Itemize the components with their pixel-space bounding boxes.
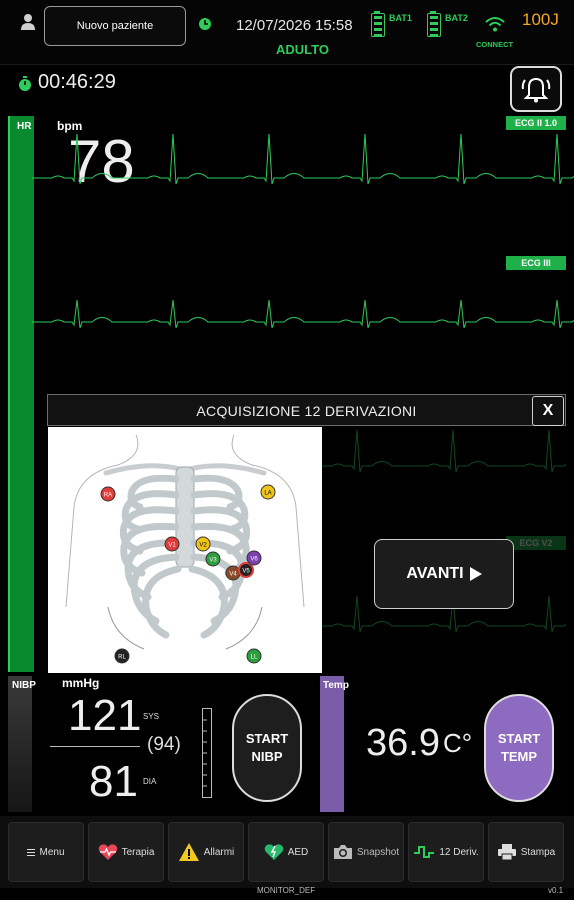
ecg-lead-ii-tag[interactable]: ECG II 1.0 [506, 116, 566, 130]
electrode-v1: V1 [164, 536, 180, 557]
printer-icon [497, 844, 516, 861]
temp-unit: C° [443, 728, 473, 758]
print-label: Stampa [520, 846, 556, 858]
new-patient-button[interactable]: Nuovo paziente [44, 6, 186, 46]
aed-label: AED [287, 846, 309, 858]
start-temp-button[interactable]: START TEMP [484, 694, 554, 802]
next-button-label: AVANTI [406, 565, 464, 582]
nibp-unit: mmHg [62, 676, 100, 690]
battery2-label: BAT2 [445, 13, 468, 23]
nibp-side-bar [8, 676, 32, 812]
nibp-diastolic-label: DIA [143, 777, 157, 786]
electrode-ll: LL [246, 648, 262, 669]
alarms-button[interactable]: Allarmi [168, 822, 244, 882]
ecg-lead-ii-wave [32, 133, 574, 185]
twelve-lead-button[interactable]: 12 Deriv. [408, 822, 484, 882]
svg-text:V6: V6 [250, 557, 258, 563]
hr-label: HR [17, 121, 32, 132]
menu-label: Menu [39, 846, 65, 858]
ecg-trace-icon [414, 846, 435, 858]
svg-text:V4: V4 [229, 572, 237, 578]
svg-text:V3: V3 [209, 558, 217, 564]
device-name: MONITOR_DEF [257, 886, 316, 895]
snapshot-button[interactable]: Snapshot [328, 822, 404, 882]
start-nibp-button[interactable]: START NIBP [232, 694, 302, 802]
menu-button[interactable]: Menu [8, 822, 84, 882]
therapy-label: Terapia [121, 846, 155, 858]
user-icon [21, 14, 35, 30]
therapy-button[interactable]: Terapia [88, 822, 164, 882]
patient-mode: ADULTO [276, 42, 329, 57]
battery2-icon [427, 11, 441, 38]
ecg-waveform-area [32, 133, 574, 329]
svg-text:RL: RL [118, 655, 126, 661]
camera-icon [333, 845, 352, 859]
electrode-la: LA [260, 484, 276, 505]
twelve-lead-label: 12 Deriv. [439, 846, 479, 858]
nibp-systolic: 121 [68, 691, 142, 740]
warning-icon [178, 843, 199, 861]
hr-side-bar [8, 116, 34, 672]
clock-icon [199, 18, 211, 30]
electrode-rl: RL [114, 648, 130, 669]
svg-text:LL: LL [251, 655, 258, 661]
svg-text:V2: V2 [199, 543, 207, 549]
stopwatch-icon [19, 76, 31, 91]
nibp-mean: (94) [147, 734, 181, 755]
wifi-icon [485, 17, 505, 32]
electrode-v6: V6 [246, 550, 262, 571]
snapshot-label: Snapshot [356, 846, 400, 858]
nibp-systolic-label: SYS [143, 712, 160, 721]
top-bar: Nuovo paziente 12/07/2026 15:58 ADULTO B… [0, 0, 574, 65]
nibp-label: NIBP [12, 680, 36, 691]
energy-level: 100J [522, 10, 559, 29]
next-button[interactable]: AVANTI [374, 539, 514, 609]
ecg-lead-iii-tag[interactable]: ECG III [506, 256, 566, 270]
svg-text:V1: V1 [168, 543, 176, 549]
date-text: 12/07/2026 [236, 17, 312, 34]
bell-icon [521, 77, 551, 103]
ecg-lead-iii-wave [32, 299, 574, 329]
twelve-lead-dialog: ACQUISIZIONE 12 DERIVAZIONI X RA LA V1 V… [47, 394, 566, 673]
electrode-ra: RA [100, 486, 116, 507]
battery1-label: BAT1 [389, 13, 412, 23]
electrode-diagram: RA LA V1 V2 V3 V4 V5 V6 RL LL [48, 427, 322, 673]
battery1-icon [371, 11, 385, 38]
svg-text:RA: RA [104, 493, 112, 499]
temp-value: 36.9 [366, 722, 440, 764]
nibp-divider [50, 746, 140, 747]
connect-label: CONNECT [476, 40, 514, 49]
alarms-label: Allarmi [203, 846, 235, 858]
alarm-bell-button[interactable] [510, 66, 562, 112]
play-arrow-icon [469, 567, 482, 581]
version-label: v0.1 [548, 886, 564, 895]
nibp-diastolic: 81 [89, 757, 138, 806]
temp-side-bar [320, 676, 344, 812]
temp-label: Temp [323, 680, 349, 691]
print-button[interactable]: Stampa [488, 822, 564, 882]
electrode-v3: V3 [205, 551, 221, 572]
dialog-title: ACQUISIZIONE 12 DERIVAZIONI [47, 394, 566, 426]
heart-pulse-icon [98, 844, 117, 860]
menu-icon [27, 848, 36, 856]
aed-button[interactable]: AED [248, 822, 324, 882]
aed-heart-icon [264, 844, 284, 860]
torso-ribcage-illustration [65, 434, 305, 650]
elapsed-timer: 00:46:29 [38, 71, 116, 93]
nibp-pressure-gauge [202, 708, 212, 798]
time-text: 15:58 [315, 17, 353, 34]
close-button[interactable]: X [532, 396, 564, 426]
svg-text:LA: LA [264, 491, 271, 497]
